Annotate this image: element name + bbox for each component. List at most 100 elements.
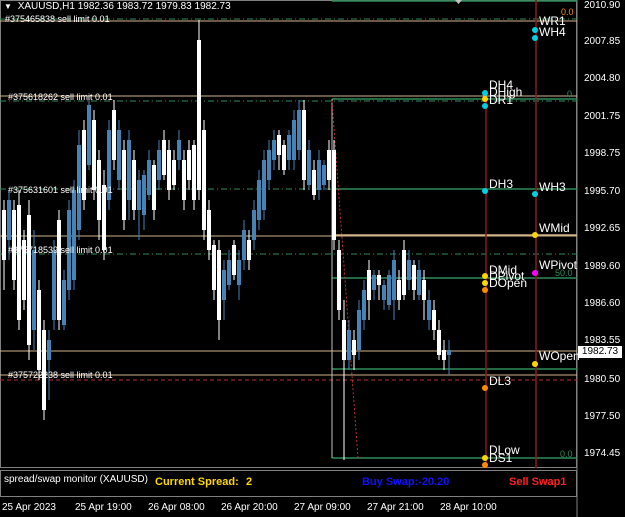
candle-body xyxy=(112,110,116,160)
candle-body xyxy=(212,245,216,290)
candle-body xyxy=(312,170,316,195)
candle-body xyxy=(57,220,61,320)
marker-dot xyxy=(482,455,488,461)
candle-body xyxy=(347,330,351,360)
candle-body xyxy=(232,245,236,275)
price-chart[interactable] xyxy=(0,0,625,517)
candle-body xyxy=(157,150,161,180)
candle-body xyxy=(427,300,431,320)
time-tick: 26 Apr 20:00 xyxy=(221,502,278,513)
price-tick: 1998.75 xyxy=(584,148,621,159)
time-tick: 26 Apr 08:00 xyxy=(148,502,205,513)
level-dh3: DH3 xyxy=(489,177,514,191)
level-dl3: DL3 xyxy=(489,374,512,388)
candle-body xyxy=(207,210,211,250)
candle-body xyxy=(32,250,36,330)
sell-swap-label: Sell Swap1 xyxy=(509,476,567,488)
candle-body xyxy=(367,270,371,300)
marker-dot xyxy=(532,232,538,238)
candle-body xyxy=(172,160,176,185)
candle-body xyxy=(242,230,246,260)
level-dr1: DR1 xyxy=(489,93,514,107)
current-price-label: 1982.73 xyxy=(578,346,622,358)
candle-body xyxy=(92,120,96,190)
time-tick: 25 Apr 2023 xyxy=(2,502,56,513)
price-tick: 1983.55 xyxy=(584,335,621,346)
candle-body xyxy=(397,280,401,300)
order-label[interactable]: #375465838 sell limit 0.01 xyxy=(5,14,110,24)
candle-body xyxy=(292,120,296,160)
marker-dot xyxy=(532,27,538,33)
marker-dot xyxy=(482,273,488,279)
candle-body xyxy=(357,310,361,350)
candle-body xyxy=(197,40,201,190)
candle-body xyxy=(177,140,181,160)
candle-body xyxy=(272,140,276,160)
price-tick: 1995.70 xyxy=(584,186,621,197)
marker-dot xyxy=(532,270,538,276)
candle-body xyxy=(377,275,381,285)
level-wh4: WH4 xyxy=(539,25,566,39)
candle-body xyxy=(297,110,301,150)
candle-body xyxy=(407,260,411,280)
level-wmid: WMid xyxy=(539,221,570,235)
candle-body xyxy=(362,290,366,320)
price-tick: 1986.60 xyxy=(584,298,621,309)
scroll-marker-icon xyxy=(455,0,462,4)
time-tick: 27 Apr 09:00 xyxy=(294,502,351,513)
candle-body xyxy=(87,105,91,165)
candle-body xyxy=(152,165,156,210)
indicator-title: spread/swap monitor (XAUUSD) xyxy=(4,474,148,485)
candle-body xyxy=(282,145,286,170)
candle-body xyxy=(342,320,346,360)
candle-body xyxy=(332,150,336,240)
candle-body xyxy=(302,110,306,180)
price-tick: 2007.85 xyxy=(584,36,621,47)
candle-body xyxy=(267,150,271,180)
candle-body xyxy=(182,160,186,200)
candle-body xyxy=(392,260,396,300)
candle-body xyxy=(127,140,131,200)
candle-body xyxy=(432,310,436,330)
order-label[interactable]: #375618262 sell limit 0.01 xyxy=(8,92,113,102)
candle-body xyxy=(257,180,261,220)
candle-body xyxy=(402,250,406,295)
candle-body xyxy=(237,260,241,285)
spread-value: 2 xyxy=(246,476,253,488)
candle-body xyxy=(262,160,266,210)
marker-dot xyxy=(532,361,538,367)
marker-dot xyxy=(532,191,538,197)
value-label: 50.0 xyxy=(555,268,573,278)
marker-dot xyxy=(482,103,488,109)
spread-label: Current Spread: xyxy=(155,476,239,488)
candle-body xyxy=(442,350,446,360)
collapse-triangle-icon[interactable]: ▼ xyxy=(4,2,12,11)
candle-body xyxy=(277,135,281,155)
buy-swap-label: Buy Swap:-20.20 xyxy=(362,476,450,488)
candle-body xyxy=(307,150,311,185)
level-wopen: WOpen xyxy=(539,349,580,363)
candle-body xyxy=(382,285,386,300)
candle-body xyxy=(162,140,166,175)
candle-body xyxy=(287,135,291,160)
candle-body xyxy=(412,265,416,290)
candle-body xyxy=(222,270,226,300)
time-tick: 28 Apr 10:00 xyxy=(440,502,497,513)
order-label[interactable]: #375631601 sell limit 0.01 xyxy=(8,185,113,195)
ohlc-values: 1982.36 1983.72 1979.83 1982.73 xyxy=(77,1,231,12)
candle-body xyxy=(372,275,376,290)
order-label[interactable]: #375722238 sell limit 0.01 xyxy=(8,370,113,380)
level-ds1: DS1 xyxy=(489,451,513,465)
candle-body xyxy=(117,130,121,180)
candle-body xyxy=(192,145,196,200)
marker-dot xyxy=(482,287,488,293)
marker-dot xyxy=(532,35,538,41)
order-label[interactable]: #375718539 sell limit 0.01 xyxy=(8,245,113,255)
candle-body xyxy=(142,175,146,215)
symbol-timeframe: XAUUSD,H1 xyxy=(17,1,75,12)
candle-body xyxy=(37,290,41,370)
candle-body xyxy=(227,260,231,285)
chart-header: ▼ XAUUSD,H1 1982.36 1983.72 1979.83 1982… xyxy=(4,1,231,12)
marker-dot xyxy=(482,462,488,468)
candle-body xyxy=(27,215,31,345)
